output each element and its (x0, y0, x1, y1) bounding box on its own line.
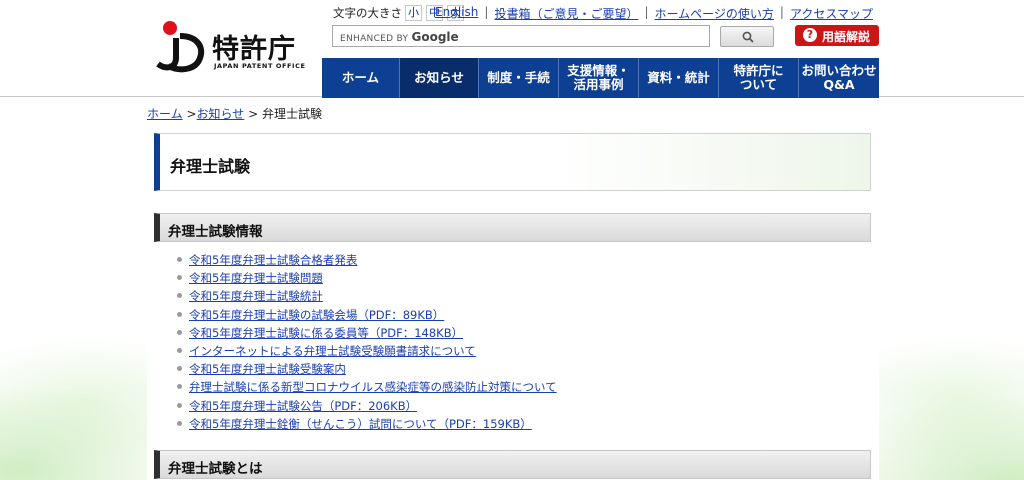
list-item: 弁理士試験に係る新型コロナウイルス感染症等の感染防止対策について (177, 379, 557, 397)
breadcrumb-separator: > (248, 107, 259, 121)
breadcrumb-current: 弁理士試験 (262, 107, 323, 121)
list-item: 令和5年度弁理士試験の試験会場（PDF：89KB） (177, 307, 557, 325)
logo-title: 特許庁 (212, 34, 296, 65)
site-header: 特許庁 JAPAN PATENT OFFICE 文字の大きさ 小 中 大 Eng… (0, 0, 1024, 98)
exam-link[interactable]: 令和5年度弁理士試験の試験会場（PDF：89KB） (189, 308, 444, 322)
nav-about[interactable]: 特許庁に ついて (719, 58, 799, 98)
exam-link[interactable]: 令和5年度弁理士試験問題 (189, 271, 323, 285)
breadcrumb-news[interactable]: お知らせ (197, 107, 245, 121)
section-title: 弁理士試験情報 (168, 224, 263, 240)
search-placeholder: ENHANCED BY Google (340, 30, 459, 44)
nav-system-procedures[interactable]: 制度・手続 (479, 58, 559, 98)
page-title: 弁理士試験 (170, 157, 251, 176)
list-item: 令和5年度弁理士試験公告（PDF：206KB） (177, 398, 557, 416)
feedback-link[interactable]: 投書箱（ご意見・ご要望） (488, 5, 644, 22)
breadcrumb: ホーム >お知らせ > 弁理士試験 (147, 105, 322, 122)
jpo-logo-mark-icon (156, 21, 205, 73)
main-content: 弁理士試験 弁理士試験情報 令和5年度弁理士試験合格者発表 令和5年度弁理士試験… (147, 125, 879, 480)
breadcrumb-separator: > (186, 107, 197, 121)
list-item: 令和5年度弁理士試験合格者発表 (177, 252, 557, 270)
jpo-logo[interactable]: 特許庁 JAPAN PATENT OFFICE (150, 18, 310, 78)
nav-home[interactable]: ホーム (322, 58, 400, 98)
exam-link[interactable]: 令和5年度弁理士試験受験案内 (189, 362, 346, 376)
list-item: インターネットによる弁理士試験受験願書請求について (177, 343, 557, 361)
list-item: 令和5年度弁理士試験に係る委員等（PDF：148KB） (177, 325, 557, 343)
exam-info-list: 令和5年度弁理士試験合格者発表 令和5年度弁理士試験問題 令和5年度弁理士試験統… (177, 252, 557, 434)
section-heading-info: 弁理士試験情報 (154, 213, 871, 242)
exam-link[interactable]: 令和5年度弁理士銓衡（せんこう）試問について（PDF：159KB） (189, 417, 532, 431)
section-heading-about: 弁理士試験とは (154, 450, 871, 479)
exam-link[interactable]: インターネットによる弁理士試験受験願書請求について (189, 344, 476, 358)
exam-link[interactable]: 令和5年度弁理士試験公告（PDF：206KB） (189, 399, 417, 413)
section-title: 弁理士試験とは (168, 461, 263, 477)
nav-statistics[interactable]: 資料・統計 (639, 58, 719, 98)
nav-contact[interactable]: お問い合わせ Q&A (799, 58, 879, 98)
access-map-link[interactable]: アクセスマップ (784, 5, 879, 22)
search-button[interactable] (720, 26, 774, 47)
global-nav: ホーム お知らせ 制度・手続 支援情報・ 活用事例 資料・統計 特許庁に ついて… (322, 58, 879, 98)
english-link[interactable]: English (429, 5, 484, 22)
search-input[interactable]: ENHANCED BY Google (332, 25, 710, 47)
exam-link[interactable]: 令和5年度弁理士試験に係る委員等（PDF：148KB） (189, 326, 463, 340)
breadcrumb-home[interactable]: ホーム (147, 107, 183, 121)
glossary-button[interactable]: ? 用語解説 (795, 25, 879, 46)
site-usage-link[interactable]: ホームページの使い方 (649, 5, 780, 22)
glossary-label: 用語解説 (822, 30, 871, 44)
magnifier-icon (742, 31, 754, 43)
exam-link[interactable]: 令和5年度弁理士試験統計 (189, 289, 323, 303)
logo-subtitle: JAPAN PATENT OFFICE (214, 62, 306, 70)
utility-bar: 文字の大きさ 小 中 大 English | 投書箱（ご意見・ご要望） | ホー… (333, 5, 879, 21)
font-size-label: 文字の大きさ (333, 6, 402, 20)
list-item: 令和5年度弁理士試験統計 (177, 288, 557, 306)
page-title-box: 弁理士試験 (154, 133, 871, 191)
question-circle-icon: ? (803, 28, 817, 42)
nav-news[interactable]: お知らせ (400, 58, 479, 98)
nav-support[interactable]: 支援情報・ 活用事例 (559, 58, 639, 98)
list-item: 令和5年度弁理士銓衡（せんこう）試問について（PDF：159KB） (177, 416, 557, 434)
font-size-small-button[interactable]: 小 (405, 5, 422, 21)
utility-links: English | 投書箱（ご意見・ご要望） | ホームページの使い方 | アク… (429, 5, 879, 22)
list-item: 令和5年度弁理士試験問題 (177, 270, 557, 288)
exam-link[interactable]: 令和5年度弁理士試験合格者発表 (189, 253, 357, 267)
list-item: 令和5年度弁理士試験受験案内 (177, 361, 557, 379)
exam-link[interactable]: 弁理士試験に係る新型コロナウイルス感染症等の感染防止対策について (189, 380, 557, 394)
